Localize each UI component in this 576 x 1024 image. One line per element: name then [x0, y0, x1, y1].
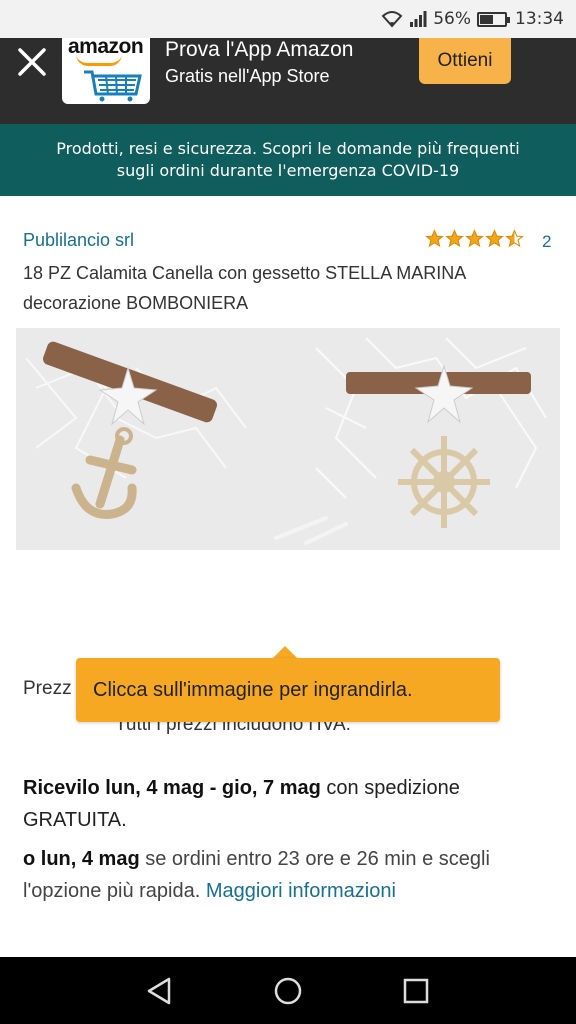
covid-notice-banner[interactable]: Prodotti, resi e sicurezza. Scopri le do… [0, 124, 576, 196]
product-title: 18 PZ Calamita Canella con gessetto STEL… [23, 263, 466, 313]
star-icon [485, 229, 504, 248]
recent-apps-icon[interactable] [400, 975, 432, 1007]
delivery-info: Ricevilo lun, 4 mag - gio, 7 mag con spe… [23, 772, 553, 836]
price-label: Prezz [23, 678, 72, 699]
covid-notice-line2: sugli ordini durante l'emergenza COVID-1… [116, 161, 460, 180]
delivery-date: Ricevilo lun, 4 mag - gio, 7 mag [23, 777, 321, 799]
clock: 13:34 [515, 9, 564, 29]
star-icon [465, 229, 484, 248]
app-install-banner: amazon Prova l'App Amazon Gratis nell'Ap… [0, 38, 576, 124]
battery-icon [477, 11, 510, 27]
more-info-link[interactable]: Maggiori informazioni [206, 880, 396, 902]
amazon-app-icon[interactable]: amazon [62, 38, 150, 104]
image-zoom-tooltip: Clicca sull'immagine per ingrandirla. [76, 658, 500, 722]
covid-notice-line1: Prodotti, resi e sicurezza. Scopri le do… [56, 139, 520, 158]
star-icon [505, 229, 524, 248]
cart-icon [84, 70, 142, 102]
banner-title: Prova l'App Amazon [165, 38, 354, 61]
battery-percent: 56% [433, 9, 471, 29]
android-nav-bar [0, 957, 576, 1024]
rating-count-link[interactable]: 2 [542, 232, 551, 252]
fast-delivery-info: o lun, 4 mag se ordini entro 23 ore e 26… [23, 843, 553, 907]
product-photo-illustration [16, 328, 560, 550]
amazon-smile-icon [76, 54, 122, 66]
fast-delivery-date: o lun, 4 mag [23, 848, 140, 870]
star-rating[interactable] [425, 229, 525, 248]
wifi-icon [381, 10, 403, 28]
banner-subtitle: Gratis nell'App Store [165, 66, 330, 86]
star-icon [445, 229, 464, 248]
seller-link[interactable]: Publilancio srl [23, 230, 134, 251]
status-bar: 56% 13:34 [0, 0, 576, 38]
star-icon [425, 229, 444, 248]
product-image[interactable] [16, 328, 560, 550]
close-icon[interactable] [14, 44, 50, 80]
signal-icon [409, 10, 427, 28]
home-icon[interactable] [272, 975, 304, 1007]
back-icon[interactable] [143, 975, 175, 1007]
get-app-button[interactable]: Ottieni [419, 38, 511, 84]
tooltip-arrow [273, 646, 297, 658]
